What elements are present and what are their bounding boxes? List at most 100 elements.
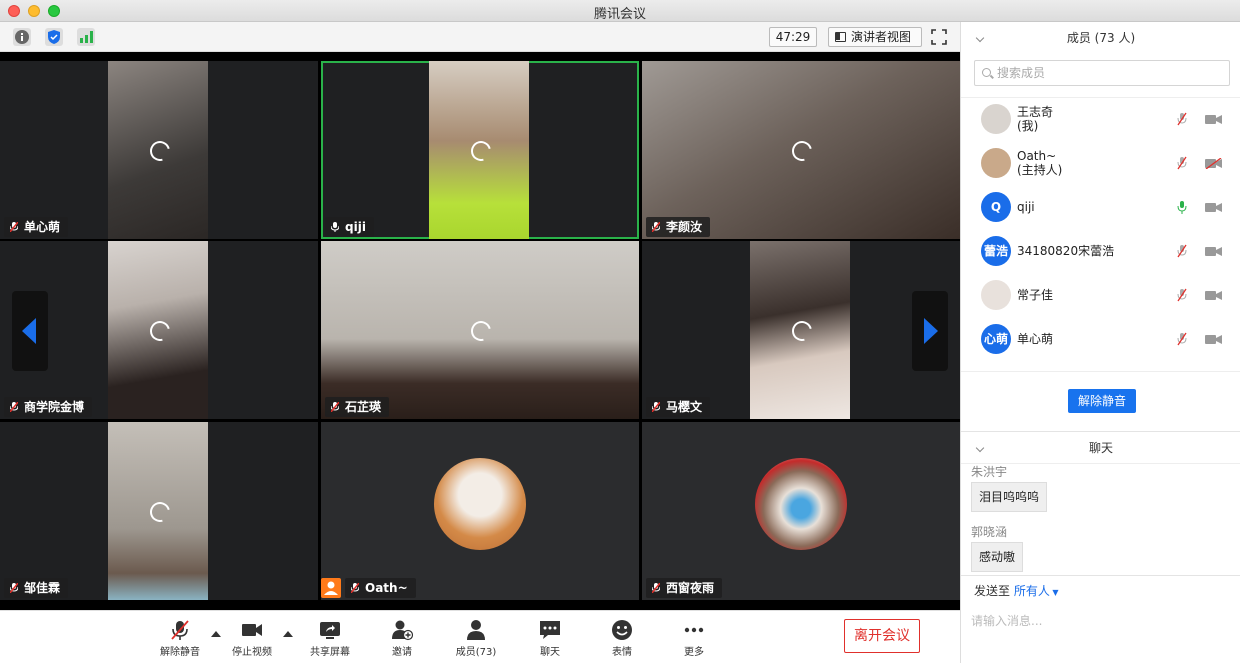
- participant-name-tag: qiji: [325, 217, 374, 237]
- share-screen-icon: [319, 619, 341, 641]
- chat-button[interactable]: 聊天: [522, 617, 578, 661]
- participant-name-tag: 单心萌: [4, 217, 69, 237]
- muted-mic-icon: [1177, 112, 1187, 126]
- chevron-down-icon: [975, 443, 985, 453]
- bottom-toolbar: 解除静音 停止视频 共享屏幕 邀请 成员(73) 聊天 表情 更多 离开会议: [0, 610, 960, 663]
- video-tile[interactable]: 单心萌: [0, 61, 318, 239]
- member-row[interactable]: 常子佳: [961, 274, 1240, 318]
- chat-message-input[interactable]: 请输入消息...: [971, 612, 1042, 629]
- chat-sender: 郭晓涵: [971, 525, 1008, 539]
- camera-icon: [1205, 335, 1222, 344]
- participant-name-tag: 马樱文: [646, 397, 711, 417]
- unmute-button[interactable]: 解除静音: [152, 617, 208, 661]
- send-to-target[interactable]: 所有人: [1014, 584, 1050, 598]
- signal-icon[interactable]: [77, 28, 95, 46]
- muted-mic-icon: [1177, 244, 1187, 258]
- meeting-timer: 47:29: [769, 27, 817, 47]
- avatar: [981, 104, 1011, 134]
- camera-icon: [1205, 115, 1222, 124]
- video-options-caret-icon[interactable]: [283, 631, 293, 637]
- participant-name-tag: 李颜汝: [646, 217, 711, 237]
- muted-mic-icon: [10, 402, 18, 412]
- top-toolbar: 47:29 演讲者视图: [0, 22, 960, 52]
- muted-mic-icon: [652, 402, 660, 412]
- participant-avatar: [755, 458, 847, 550]
- speaker-view-label: 演讲者视图: [851, 30, 912, 44]
- info-icon[interactable]: [13, 28, 31, 46]
- video-tile[interactable]: 李颜汝: [642, 61, 960, 239]
- send-to-label: 发送至: [974, 584, 1011, 598]
- video-tile[interactable]: 邹佳霖: [0, 422, 318, 600]
- more-label: 更多: [684, 647, 704, 658]
- muted-mic-icon: [1177, 288, 1187, 302]
- member-row[interactable]: 心萌 单心萌: [961, 318, 1240, 362]
- members-panel-header[interactable]: 成员 (73 人): [961, 22, 1240, 54]
- search-placeholder: 搜索成员: [997, 66, 1046, 80]
- chevron-down-icon: [975, 33, 985, 43]
- member-name: 王志奇 (我): [1017, 105, 1054, 133]
- muted-mic-icon: [10, 583, 18, 593]
- chat-panel-title: 聊天: [1088, 441, 1113, 455]
- chat-sender: 朱洪宇: [971, 465, 1008, 479]
- video-grid: 单心萌 qiji 李颜汝 商学院金博 石芷瑛 马樱文 邹佳霖 Oath~ 西窗夜…: [0, 52, 960, 610]
- chat-panel-header[interactable]: 聊天: [961, 432, 1240, 464]
- invite-button[interactable]: 邀请: [374, 617, 430, 661]
- members-button[interactable]: 成员(73): [448, 617, 504, 661]
- members-label: 成员(73): [455, 647, 497, 658]
- camera-icon: [1205, 291, 1222, 300]
- prev-page-button[interactable]: [12, 291, 48, 371]
- next-page-button[interactable]: [912, 291, 948, 371]
- video-tile-active-speaker[interactable]: qiji: [321, 61, 639, 239]
- emoji-label: 表情: [612, 647, 632, 658]
- member-row[interactable]: 王志奇 (我): [961, 98, 1240, 142]
- member-name: 单心萌: [1017, 332, 1054, 346]
- member-search-input[interactable]: 搜索成员: [974, 60, 1230, 86]
- member-name: 34180820宋蕾浩: [1017, 244, 1115, 258]
- arrow-right-icon: [924, 318, 938, 344]
- smiley-icon: [611, 619, 633, 641]
- muted-mic-icon: [652, 583, 660, 593]
- member-row[interactable]: 蕾浩 34180820宋蕾浩: [961, 230, 1240, 274]
- participant-name-tag: 邹佳霖: [4, 578, 69, 598]
- video-tile[interactable]: Oath~: [321, 422, 639, 600]
- chevron-down-icon: ▼: [1049, 588, 1059, 597]
- muted-mic-icon: [331, 402, 339, 412]
- leave-meeting-button[interactable]: 离开会议: [844, 619, 920, 653]
- muted-mic-icon: [351, 583, 359, 593]
- member-row[interactable]: Oath~ (主持人): [961, 142, 1240, 186]
- speaker-view-icon: [835, 32, 846, 42]
- camera-icon: [241, 619, 263, 641]
- video-tile[interactable]: 西窗夜雨: [642, 422, 960, 600]
- camera-icon: [1205, 247, 1222, 256]
- chat-icon: [539, 619, 561, 641]
- avatar: 蕾浩: [981, 236, 1011, 266]
- unmute-all-button[interactable]: 解除静音: [1068, 389, 1136, 413]
- audio-options-caret-icon[interactable]: [211, 631, 221, 637]
- muted-mic-icon: [1177, 156, 1187, 170]
- speaker-view-button[interactable]: 演讲者视图: [828, 27, 922, 47]
- divider: [961, 575, 1240, 576]
- chat-message: 感动嗷: [971, 542, 1024, 572]
- send-to-selector[interactable]: 发送至 所有人 ▼: [974, 582, 1059, 599]
- participant-name-tag: 石芷瑛: [325, 397, 390, 417]
- stop-video-button[interactable]: 停止视频: [224, 617, 280, 661]
- fullscreen-icon[interactable]: [931, 29, 947, 45]
- share-screen-button[interactable]: 共享屏幕: [302, 617, 358, 661]
- shield-icon[interactable]: [45, 28, 63, 46]
- more-dots-icon: [683, 619, 705, 641]
- divider: [961, 371, 1240, 372]
- stop-video-label: 停止视频: [232, 647, 272, 658]
- participant-name-tag: 西窗夜雨: [646, 578, 723, 598]
- arrow-left-icon: [22, 318, 36, 344]
- more-button[interactable]: 更多: [666, 617, 722, 661]
- emoji-button[interactable]: 表情: [594, 617, 650, 661]
- unmute-label: 解除静音: [160, 647, 200, 658]
- video-tile[interactable]: 石芷瑛: [321, 241, 639, 419]
- avatar: [981, 148, 1011, 178]
- camera-off-icon: [1205, 158, 1222, 169]
- side-panel: 成员 (73 人) 搜索成员 王志奇 (我) Oath~ (主持人) Q qiji …: [960, 22, 1240, 663]
- participant-name-tag: 商学院金博: [4, 397, 93, 417]
- member-list: 王志奇 (我) Oath~ (主持人) Q qiji 蕾浩 34180820宋蕾浩 …: [961, 97, 1240, 371]
- participant-avatar: [434, 458, 526, 550]
- member-row[interactable]: Q qiji: [961, 186, 1240, 230]
